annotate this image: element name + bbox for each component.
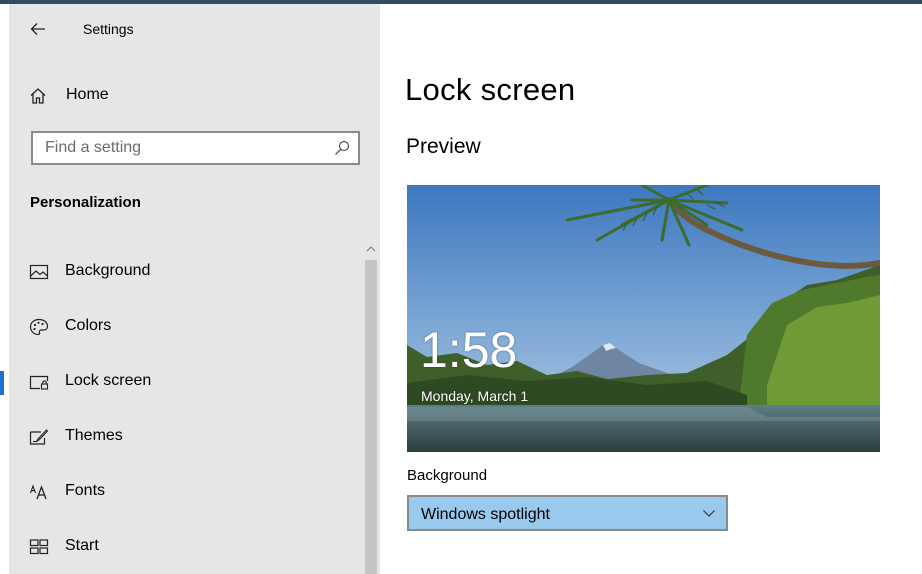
palette-icon bbox=[29, 318, 49, 336]
search-icon[interactable] bbox=[334, 140, 350, 156]
home-icon bbox=[30, 88, 46, 104]
sidebar-item-fonts[interactable]: Fonts bbox=[9, 465, 361, 520]
window-left-edge bbox=[0, 4, 9, 574]
search-field[interactable] bbox=[31, 131, 360, 165]
preview-heading: Preview bbox=[406, 135, 481, 158]
lock-screen-preview: 1:58 Monday, March 1 bbox=[407, 185, 880, 452]
sidebar-item-label: Background bbox=[65, 262, 151, 279]
fonts-icon bbox=[29, 484, 47, 500]
sidebar-item-label: Lock screen bbox=[65, 372, 152, 389]
dropdown-selected-value: Windows spotlight bbox=[421, 506, 550, 523]
sidebar-item-background[interactable]: Background bbox=[9, 245, 361, 300]
start-icon bbox=[29, 539, 49, 555]
app-title: Settings bbox=[83, 21, 134, 37]
background-dropdown[interactable]: Windows spotlight bbox=[407, 495, 728, 531]
sidebar-scrollbar[interactable] bbox=[362, 240, 380, 574]
back-arrow-icon bbox=[30, 23, 45, 35]
themes-icon bbox=[29, 429, 49, 445]
sidebar: Settings Home Personalization Background bbox=[0, 4, 380, 574]
sidebar-item-themes[interactable]: Themes bbox=[9, 410, 361, 465]
lock-screen-icon bbox=[29, 375, 49, 390]
section-title: Personalization bbox=[30, 194, 141, 211]
active-indicator bbox=[0, 371, 4, 395]
sidebar-item-start[interactable]: Start bbox=[9, 520, 361, 574]
back-button[interactable] bbox=[27, 18, 49, 40]
preview-clock: 1:58 bbox=[420, 322, 518, 378]
picture-icon bbox=[29, 264, 49, 280]
sidebar-item-label: Themes bbox=[65, 427, 123, 444]
sidebar-nav: Background Colors Lock screen Themes Fon… bbox=[0, 245, 361, 574]
title-bar: Settings bbox=[9, 4, 380, 50]
preview-date: Monday, March 1 bbox=[421, 388, 529, 404]
preview-landscape-image bbox=[407, 185, 880, 452]
sidebar-item-label: Colors bbox=[65, 317, 112, 334]
chevron-down-icon bbox=[703, 510, 715, 517]
scrollbar-thumb[interactable] bbox=[365, 260, 377, 574]
sidebar-item-label: Start bbox=[65, 537, 99, 554]
page-title: Lock screen bbox=[405, 72, 576, 107]
sidebar-item-colors[interactable]: Colors bbox=[9, 300, 361, 355]
chevron-up-icon[interactable] bbox=[365, 244, 377, 254]
sidebar-item-home[interactable]: Home bbox=[9, 78, 380, 114]
background-label: Background bbox=[407, 467, 488, 484]
sidebar-item-lock-screen[interactable]: Lock screen bbox=[0, 355, 361, 410]
search-input[interactable] bbox=[33, 133, 323, 163]
sidebar-item-label: Home bbox=[66, 86, 109, 103]
sidebar-item-label: Fonts bbox=[65, 482, 106, 499]
